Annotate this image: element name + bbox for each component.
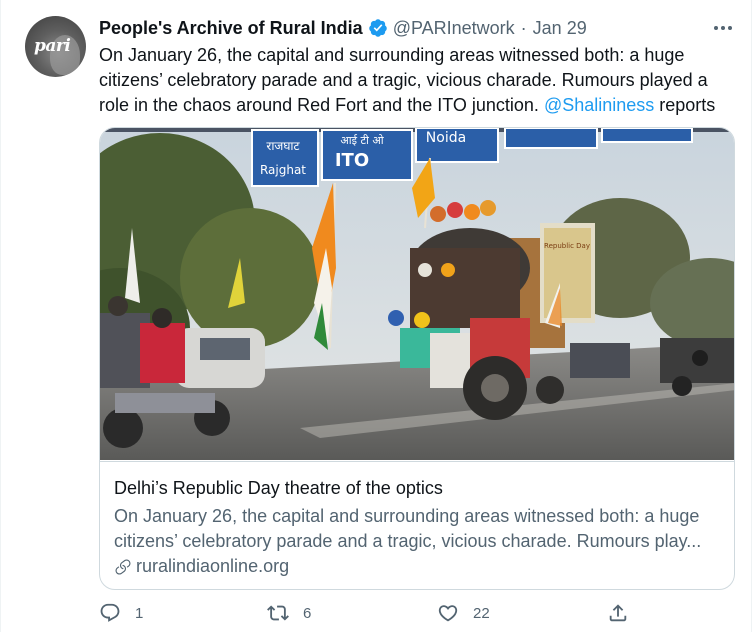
retweet-icon xyxy=(267,605,289,621)
card-description: On January 26, the capital and surroundi… xyxy=(114,504,726,554)
reply-icon xyxy=(100,603,120,622)
author-name[interactable]: People's Archive of Rural India xyxy=(99,18,363,39)
card-domain: ruralindiaonline.org xyxy=(114,556,289,577)
share-button[interactable] xyxy=(607,601,629,625)
mention-link[interactable]: @Shalininess xyxy=(544,95,654,115)
reply-count: 1 xyxy=(135,604,144,622)
like-icon xyxy=(438,605,458,622)
tweet-actions: 1 6 22 xyxy=(99,601,735,625)
card-domain-text[interactable]: ruralindiaonline.org xyxy=(136,556,289,577)
avatar-logo: pari xyxy=(34,36,71,56)
share-icon xyxy=(609,604,627,622)
card-photo[interactable]: Republic Day राजघाट Rajghat आई टी ओ ITO … xyxy=(100,128,735,460)
link-card[interactable]: Republic Day राजघाट Rajghat आई टी ओ ITO … xyxy=(99,127,735,590)
sign-rajghat-english: Rajghat xyxy=(260,163,306,177)
like-button[interactable]: 22 xyxy=(437,601,490,625)
sign-rajghat-hindi: राजघाट xyxy=(266,139,300,153)
tweet[interactable]: pari People's Archive of Rural India @PA… xyxy=(0,0,752,632)
card-title: Delhi’s Republic Day theatre of the opti… xyxy=(114,478,443,498)
card-description-line-2: citizens’ celebratory parade and a tragi… xyxy=(114,531,702,551)
retweet-button[interactable]: 6 xyxy=(267,601,311,625)
like-count: 22 xyxy=(473,604,490,622)
reply-button[interactable]: 1 xyxy=(99,601,143,625)
tweet-text-end: reports xyxy=(654,95,716,115)
tweet-text: On January 26, the capital and surroundi… xyxy=(99,43,739,118)
sign-ito-hindi: आई टी ओ xyxy=(340,134,384,147)
header-separator: · xyxy=(520,17,527,38)
sign-ito-english: ITO xyxy=(335,150,369,171)
card-info[interactable]: Delhi’s Republic Day theatre of the opti… xyxy=(100,461,734,589)
avatar[interactable]: pari xyxy=(25,16,86,77)
sign-noida-english: Noida xyxy=(426,130,466,146)
retweet-count: 6 xyxy=(303,604,312,622)
card-description-line-1: On January 26, the capital and surroundi… xyxy=(114,506,700,526)
link-icon xyxy=(115,559,131,575)
tweet-date[interactable]: Jan 29 xyxy=(533,18,587,39)
author-handle[interactable]: @PARInetwork xyxy=(393,18,515,39)
verified-badge-icon xyxy=(368,19,387,37)
more-options-icon[interactable] xyxy=(711,16,735,40)
hoarding-text: Republic Day xyxy=(544,242,590,250)
tweet-header: People's Archive of Rural India @PARInet… xyxy=(99,16,587,40)
